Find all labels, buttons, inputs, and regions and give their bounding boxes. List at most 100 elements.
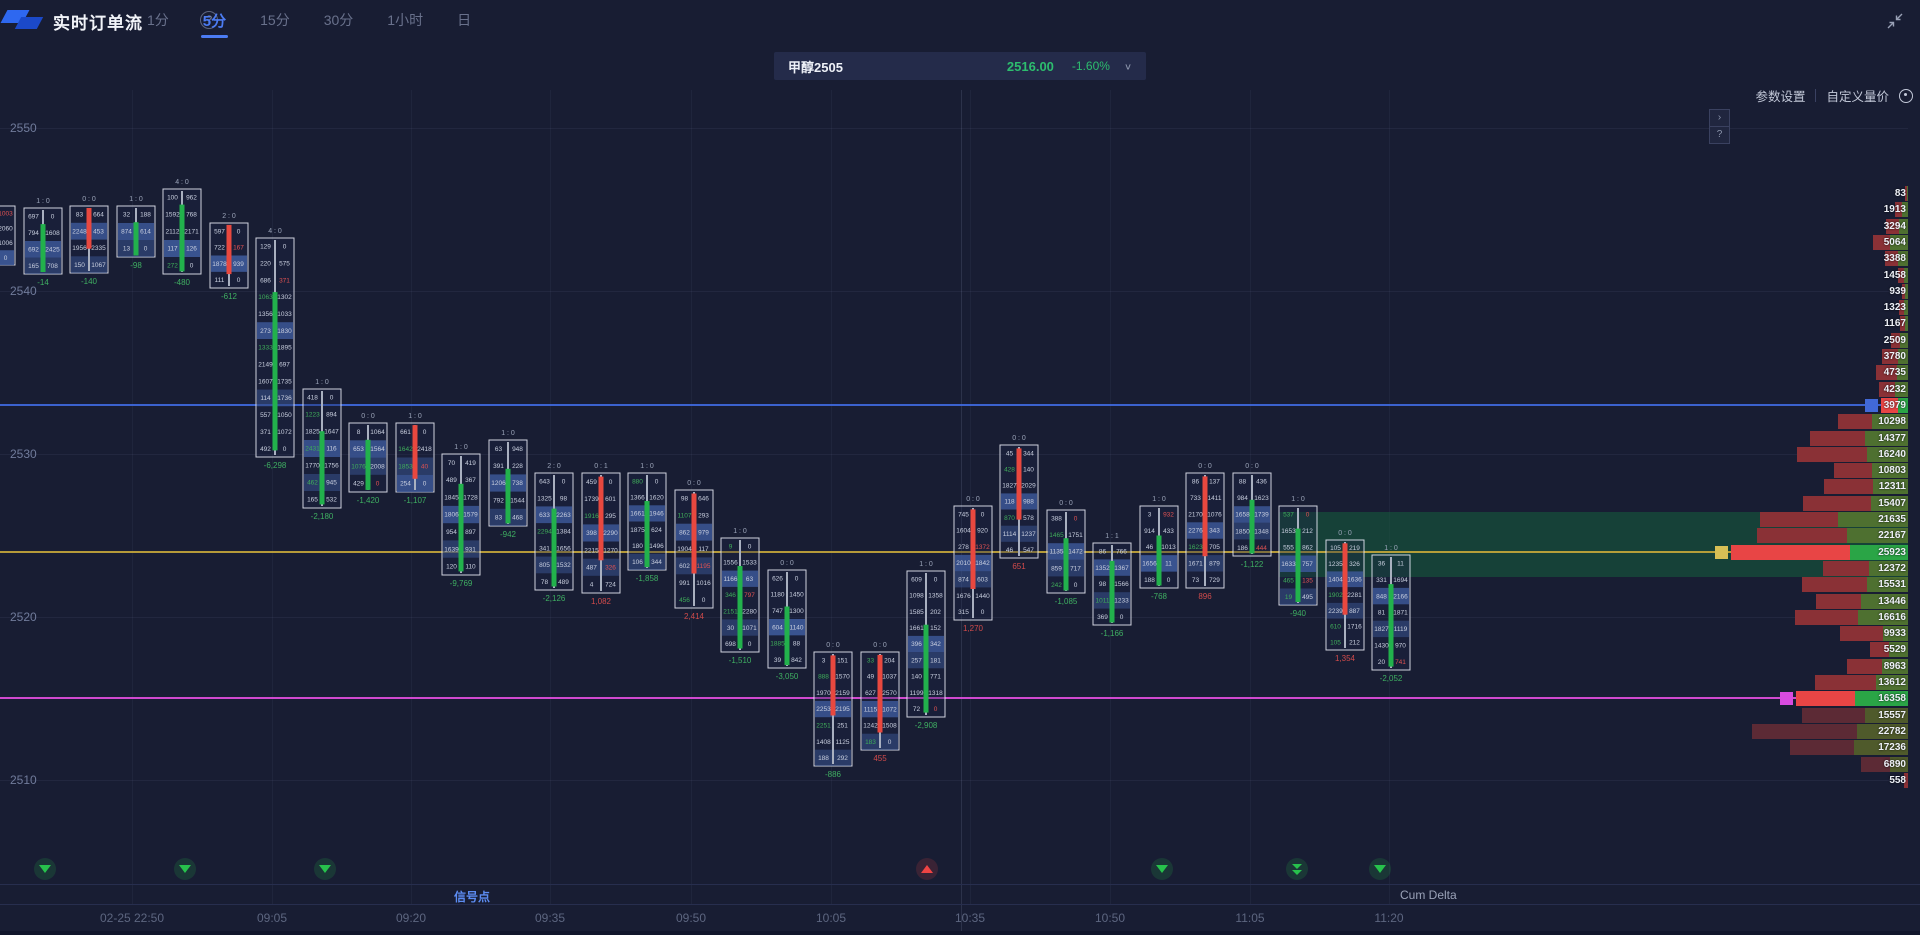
svg-text:30: 30 xyxy=(727,625,735,632)
tab-30分[interactable]: 30分 xyxy=(322,1,356,39)
svg-text:1623: 1623 xyxy=(1254,495,1269,502)
panel-help-button[interactable]: ? xyxy=(1710,127,1729,143)
svg-text:342: 342 xyxy=(930,641,941,648)
svg-text:114: 114 xyxy=(260,395,271,402)
svg-text:1180: 1180 xyxy=(771,592,785,599)
svg-text:1072: 1072 xyxy=(882,706,897,713)
svg-text:601: 601 xyxy=(605,496,616,503)
svg-text:1408: 1408 xyxy=(816,739,831,746)
vp-sell-segment xyxy=(1824,479,1873,494)
session-break-line xyxy=(961,90,962,931)
time-gridline xyxy=(691,90,692,905)
volume-profile-row: 5529 xyxy=(1428,642,1908,657)
vp-volume-value: 9933 xyxy=(1884,626,1906,641)
svg-text:83: 83 xyxy=(495,515,503,522)
down-triangle-icon xyxy=(179,865,191,873)
vp-volume-value: 3388 xyxy=(1884,251,1906,266)
signal-marker-down[interactable] xyxy=(314,858,336,880)
tab-5分[interactable]: 5分 xyxy=(201,1,228,40)
svg-text:429: 429 xyxy=(353,481,364,488)
svg-text:137: 137 xyxy=(1209,478,1220,485)
svg-text:118: 118 xyxy=(1004,499,1015,506)
svg-text:897: 897 xyxy=(465,529,476,536)
target-icon[interactable] xyxy=(1899,89,1913,103)
svg-text:2010: 2010 xyxy=(956,560,971,567)
svg-text:110: 110 xyxy=(465,564,476,571)
svg-text:1946: 1946 xyxy=(649,511,664,518)
svg-text:874: 874 xyxy=(121,229,132,236)
instrument-selector[interactable]: 甲醇2505 2516.00 -1.60% ∨ xyxy=(774,52,1146,80)
tab-15分[interactable]: 15分 xyxy=(258,1,292,39)
svg-text:1356: 1356 xyxy=(258,311,273,318)
svg-text:2251: 2251 xyxy=(816,723,831,730)
volume-profile-row: 558 xyxy=(1428,773,1908,788)
vp-volume-value: 1167 xyxy=(1884,316,1906,331)
vp-volume-value: 10298 xyxy=(1878,414,1906,429)
signal-marker-up[interactable] xyxy=(916,858,938,880)
vp-sell-segment xyxy=(1803,496,1871,511)
svg-text:2239: 2239 xyxy=(1328,608,1343,615)
svg-text:0: 0 xyxy=(423,481,427,488)
svg-text:1333: 1333 xyxy=(258,345,273,352)
svg-text:4 : 0: 4 : 0 xyxy=(175,179,189,186)
svg-text:465: 465 xyxy=(1283,578,1294,585)
tab-日[interactable]: 日 xyxy=(455,1,473,39)
tab-1小时[interactable]: 1小时 xyxy=(385,1,425,39)
expand-panel-button[interactable]: › xyxy=(1710,110,1729,127)
svg-text:698: 698 xyxy=(725,641,736,648)
svg-text:1751: 1751 xyxy=(1068,532,1083,539)
svg-text:1358: 1358 xyxy=(928,593,943,600)
tab-1分[interactable]: 1分 xyxy=(145,1,171,39)
svg-text:2253: 2253 xyxy=(816,706,831,713)
toolbar-divider xyxy=(1815,89,1816,102)
svg-text:771: 771 xyxy=(930,674,941,681)
svg-text:489: 489 xyxy=(558,579,569,586)
svg-text:98: 98 xyxy=(560,495,568,502)
svg-text:2159: 2159 xyxy=(835,690,850,697)
svg-text:2060: 2060 xyxy=(0,225,13,232)
price-gridline xyxy=(0,128,1908,129)
svg-text:98: 98 xyxy=(681,496,689,503)
svg-text:920: 920 xyxy=(977,528,988,535)
vp-volume-value: 21635 xyxy=(1878,512,1906,527)
custom-volume-button[interactable]: 自定义量价 xyxy=(1826,86,1889,105)
signal-marker-special[interactable] xyxy=(1286,858,1308,880)
signal-marker-down[interactable] xyxy=(1151,858,1173,880)
svg-text:0: 0 xyxy=(190,263,194,270)
volume-profile-row: 5064 xyxy=(1428,235,1908,250)
svg-text:-6,298: -6,298 xyxy=(264,461,287,470)
price-axis-label: 2550 xyxy=(10,121,37,135)
svg-text:19: 19 xyxy=(1285,594,1293,601)
down-triangle-icon xyxy=(1292,870,1302,875)
vp-sell-segment xyxy=(1847,659,1882,674)
settings-button[interactable]: 参数设置 xyxy=(1755,86,1805,105)
svg-text:1440: 1440 xyxy=(975,593,990,600)
svg-text:697: 697 xyxy=(28,213,39,220)
signal-marker-down[interactable] xyxy=(34,858,56,880)
svg-text:4 : 0: 4 : 0 xyxy=(268,228,282,235)
volume-profile-row: 21635 xyxy=(1428,512,1908,527)
signal-marker-down[interactable] xyxy=(1369,858,1391,880)
svg-text:692: 692 xyxy=(28,246,39,253)
svg-text:2418: 2418 xyxy=(417,446,432,453)
svg-text:1902: 1902 xyxy=(1328,592,1343,599)
svg-text:614: 614 xyxy=(140,229,151,236)
time-axis-label: 10:35 xyxy=(955,911,985,925)
signal-marker-down[interactable] xyxy=(174,858,196,880)
svg-text:1050: 1050 xyxy=(277,412,292,419)
signal-points-label: 信号点 xyxy=(454,888,490,905)
svg-text:-1,858: -1,858 xyxy=(636,574,659,583)
svg-text:2195: 2195 xyxy=(835,706,850,713)
collapse-icon[interactable] xyxy=(1884,10,1906,32)
svg-text:40: 40 xyxy=(421,463,429,470)
svg-text:228: 228 xyxy=(512,463,523,470)
volume-profile-row: 8963 xyxy=(1428,659,1908,674)
vp-sell-segment xyxy=(1802,708,1865,723)
svg-text:371: 371 xyxy=(279,277,290,284)
svg-text:697: 697 xyxy=(279,362,290,369)
time-gridline xyxy=(550,90,551,905)
svg-text:1671: 1671 xyxy=(1188,561,1203,568)
instrument-name: 甲醇2505 xyxy=(788,57,843,76)
vp-volume-value: 5064 xyxy=(1884,235,1906,250)
down-triangle-icon xyxy=(39,865,51,873)
